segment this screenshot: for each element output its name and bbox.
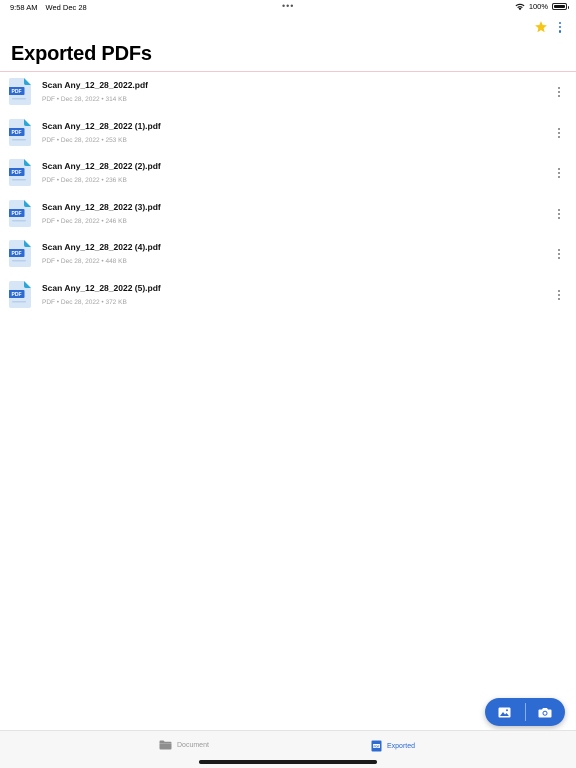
file-list: PDF Scan Any_12_28_2022.pdf PDF • Dec 28… (0, 72, 576, 315)
file-more-button[interactable] (556, 208, 562, 220)
file-name: Scan Any_12_28_2022 (1).pdf (42, 120, 161, 131)
file-row[interactable]: PDF Scan Any_12_28_2022 (2).pdf PDF • De… (0, 153, 576, 194)
file-size: 253 KB (105, 136, 127, 144)
battery-level (554, 5, 565, 8)
svg-text:PDF: PDF (374, 744, 380, 748)
file-date: Dec 28, 2022 (60, 136, 100, 144)
file-more-button[interactable] (556, 167, 562, 179)
pdf-file-icon: PDF (9, 199, 31, 227)
status-bar: 9:58 AM Wed Dec 28 ••• 100% (0, 0, 576, 14)
pdf-file-icon: PDF (9, 78, 31, 105)
pdf-file-icon: PDF (9, 240, 31, 267)
import-image-button[interactable] (485, 698, 525, 726)
file-name: Scan Any_12_28_2022 (4).pdf (42, 242, 161, 252)
pdf-badge-label: PDF (12, 292, 22, 298)
file-type: PDF (42, 136, 55, 144)
file-meta: PDF • Dec 28, 2022 • 314 KB (42, 96, 127, 103)
file-meta: PDF • Dec 28, 2022 • 372 KB (42, 298, 127, 306)
file-meta: PDF • Dec 28, 2022 • 246 KB (42, 217, 127, 225)
image-icon (498, 707, 511, 717)
top-actions (534, 20, 564, 34)
file-type: PDF (42, 258, 55, 265)
file-meta: PDF • Dec 28, 2022 • 253 KB (42, 136, 127, 144)
home-indicator[interactable] (199, 760, 377, 764)
battery-percent: 100% (528, 2, 548, 11)
file-type: PDF (42, 217, 55, 225)
pdf-badge-label: PDF (12, 89, 22, 95)
file-more-button[interactable] (556, 289, 562, 301)
folder-icon (159, 740, 172, 750)
tab-exported-label: Exported (387, 742, 416, 750)
status-time: 9:58 AM (10, 3, 38, 12)
file-row[interactable]: PDF Scan Any_12_28_2022 (4).pdf PDF • De… (0, 234, 576, 275)
file-name: Scan Any_12_28_2022 (5).pdf (42, 282, 161, 293)
file-size: 448 KB (105, 258, 127, 265)
file-date: Dec 28, 2022 (60, 96, 100, 103)
pdf-badge-label: PDF (12, 251, 22, 257)
pdf-file-icon: PDF (9, 280, 31, 308)
file-row[interactable]: PDF Scan Any_12_28_2022 (5).pdf PDF • De… (0, 275, 576, 316)
camera-icon (538, 707, 552, 717)
pdf-badge-label: PDF (12, 170, 22, 176)
file-meta: PDF • Dec 28, 2022 • 236 KB (42, 177, 127, 184)
status-left: 9:58 AM Wed Dec 28 (10, 3, 87, 12)
file-size: 246 KB (105, 217, 127, 225)
file-date: Dec 28, 2022 (60, 258, 100, 265)
pdf-badge-label: PDF (12, 130, 22, 136)
file-type: PDF (42, 177, 55, 184)
pdf-file-icon: PDF (9, 159, 31, 186)
file-more-button[interactable] (556, 248, 562, 260)
page-title: Exported PDFs (11, 43, 152, 65)
file-size: 372 KB (105, 298, 127, 306)
star-icon[interactable] (534, 20, 548, 34)
status-right: 100% (515, 2, 569, 11)
camera-button[interactable] (526, 698, 566, 726)
wifi-icon (515, 3, 525, 10)
more-vertical-icon[interactable] (556, 20, 564, 34)
battery-icon (552, 3, 569, 10)
file-row[interactable]: PDF Scan Any_12_28_2022 (1).pdf PDF • De… (0, 113, 576, 154)
file-name: Scan Any_12_28_2022 (3).pdf (42, 201, 161, 212)
pdf-file-icon: PDF (9, 118, 31, 146)
file-type: PDF (42, 298, 55, 306)
tab-document-label: Document (177, 741, 209, 749)
file-meta: PDF • Dec 28, 2022 • 448 KB (42, 258, 127, 265)
multitasking-dots[interactable]: ••• (282, 1, 294, 11)
file-type: PDF (42, 96, 55, 103)
file-date: Dec 28, 2022 (60, 298, 100, 306)
tab-document[interactable]: Document (159, 740, 209, 750)
file-row[interactable]: PDF Scan Any_12_28_2022.pdf PDF • Dec 28… (0, 72, 576, 113)
pdf-icon: PDF (371, 740, 382, 752)
file-name: Scan Any_12_28_2022.pdf (42, 80, 148, 90)
file-more-button[interactable] (556, 127, 562, 139)
tab-exported[interactable]: PDF Exported (371, 740, 415, 752)
exported-pdfs-screen: 9:58 AM Wed Dec 28 ••• 100% Exported PDF… (0, 0, 576, 768)
status-date: Wed Dec 28 (45, 3, 87, 12)
file-row[interactable]: PDF Scan Any_12_28_2022 (3).pdf PDF • De… (0, 194, 576, 235)
file-date: Dec 28, 2022 (60, 177, 100, 184)
capture-fab (485, 698, 565, 726)
file-date: Dec 28, 2022 (60, 217, 100, 225)
pdf-badge-label: PDF (12, 211, 22, 217)
file-size: 236 KB (105, 177, 127, 184)
file-name: Scan Any_12_28_2022 (2).pdf (42, 161, 161, 171)
file-size: 314 KB (105, 96, 127, 103)
file-more-button[interactable] (556, 86, 562, 98)
